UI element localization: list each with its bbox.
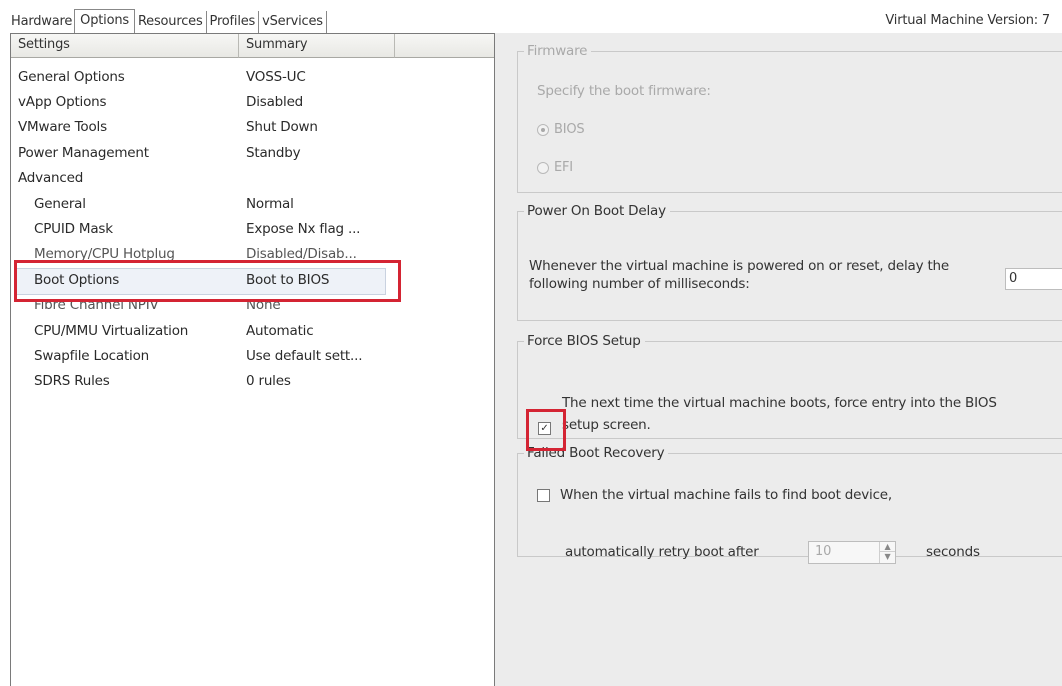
- tab-strip: Hardware Options Resources Profiles vSer…: [8, 9, 327, 33]
- row-name: General Options: [18, 68, 125, 85]
- force-bios-checkbox-red-outline: [526, 409, 566, 451]
- vm-version-value: 7: [1041, 13, 1050, 28]
- list-item-memory-cpu-hotplug[interactable]: Memory/CPU Hotplug Disabled/Disab...: [11, 242, 494, 267]
- row-name: SDRS Rules: [34, 373, 110, 390]
- tab-hardware[interactable]: Hardware: [8, 11, 74, 33]
- list-item-general[interactable]: General Normal: [11, 191, 494, 216]
- row-summary: None: [246, 297, 281, 314]
- list-header: Settings Summary: [11, 34, 494, 58]
- list-item-cpu-mmu-virtualization[interactable]: CPU/MMU Virtualization Automatic: [11, 318, 494, 343]
- retry-unit-label: seconds: [926, 544, 980, 560]
- row-name: Memory/CPU Hotplug: [34, 246, 175, 263]
- list-item-advanced[interactable]: Advanced: [11, 166, 494, 191]
- settings-list-pane: Settings Summary General Options VOSS-UC…: [10, 33, 495, 686]
- retry-delay-value: 10: [815, 544, 832, 559]
- firmware-group: Firmware Specify the boot firmware: BIOS…: [517, 43, 1062, 193]
- list-item-vapp-options[interactable]: vApp Options Disabled: [11, 89, 494, 114]
- row-name: VMware Tools: [18, 119, 107, 136]
- row-name: Boot Options: [34, 271, 120, 288]
- tab-vservices[interactable]: vServices: [259, 11, 327, 33]
- retry-boot-after-label: automatically retry boot after: [565, 544, 759, 560]
- row-summary: Standby: [246, 144, 301, 161]
- row-summary: Automatic: [246, 322, 314, 339]
- force-bios-text-line2: setup screen.: [562, 417, 651, 433]
- row-name: Swapfile Location: [34, 347, 150, 364]
- retry-delay-spinner[interactable]: 10 ▲ ▼: [808, 541, 896, 564]
- failed-boot-recovery-group: Failed Boot Recovery When the virtual ma…: [517, 445, 1062, 564]
- boot-delay-input[interactable]: 0: [1005, 268, 1062, 290]
- tab-bar: Hardware Options Resources Profiles vSer…: [0, 0, 1062, 34]
- retry-boot-checkbox-label: When the virtual machine fails to find b…: [560, 487, 892, 503]
- vm-version: Virtual Machine Version: 7: [881, 13, 1050, 28]
- row-summary: 0 rules: [246, 373, 291, 390]
- spinner-up-icon[interactable]: ▲: [880, 542, 895, 552]
- force-bios-legend: Force BIOS Setup: [527, 333, 641, 349]
- column-header-settings[interactable]: Settings: [11, 34, 239, 58]
- list-item-sdrs-rules[interactable]: SDRS Rules 0 rules: [11, 369, 494, 394]
- list-item-swapfile-location[interactable]: Swapfile Location Use default sett...: [11, 343, 494, 368]
- row-name: General: [34, 195, 86, 212]
- boot-delay-text-line2: following number of milliseconds:: [529, 276, 750, 292]
- firmware-radio-label: BIOS: [554, 122, 585, 137]
- row-summary: Use default sett...: [246, 347, 363, 364]
- tab-resources[interactable]: Resources: [135, 11, 207, 33]
- retry-boot-checkbox[interactable]: [537, 489, 550, 502]
- row-summary: Boot to BIOS: [246, 271, 330, 288]
- vm-version-label: Virtual Machine Version:: [885, 13, 1038, 28]
- row-summary: Disabled/Disab...: [246, 246, 357, 263]
- tab-options[interactable]: Options: [74, 9, 135, 33]
- list-item-general-options[interactable]: General Options VOSS-UC: [11, 64, 494, 89]
- row-summary: Normal: [246, 195, 294, 212]
- tab-profiles[interactable]: Profiles: [207, 11, 260, 33]
- row-name: Power Management: [18, 144, 149, 161]
- radio-selected-icon: [537, 123, 549, 136]
- spinner-down-icon[interactable]: ▼: [880, 552, 895, 562]
- force-bios-text-line1: The next time the virtual machine boots,…: [562, 395, 997, 411]
- column-header-summary[interactable]: Summary: [239, 34, 395, 58]
- firmware-radio-bios[interactable]: BIOS: [537, 122, 585, 137]
- row-summary: Expose Nx flag ...: [246, 221, 361, 238]
- force-bios-group: Force BIOS Setup ✓ The next time the vir…: [517, 333, 1062, 451]
- column-header-filler: [395, 34, 494, 58]
- list-item-cpuid-mask[interactable]: CPUID Mask Expose Nx flag ...: [11, 216, 494, 241]
- spinner-buttons: ▲ ▼: [879, 542, 895, 563]
- list-item-fibre-channel-npiv[interactable]: Fibre Channel NPIV None: [11, 293, 494, 318]
- row-name: Fibre Channel NPIV: [34, 297, 159, 314]
- boot-delay-legend: Power On Boot Delay: [527, 203, 666, 219]
- list-item-vmware-tools[interactable]: VMware Tools Shut Down: [11, 115, 494, 140]
- row-name: Advanced: [18, 170, 84, 187]
- settings-rows: General Options VOSS-UC vApp Options Dis…: [11, 64, 494, 394]
- row-name: vApp Options: [18, 94, 107, 111]
- row-name: CPU/MMU Virtualization: [34, 322, 189, 339]
- boot-delay-text-line1: Whenever the virtual machine is powered …: [529, 258, 950, 274]
- row-summary: VOSS-UC: [246, 68, 306, 85]
- row-name: CPUID Mask: [34, 221, 113, 238]
- list-item-power-management[interactable]: Power Management Standby: [11, 140, 494, 165]
- radio-unselected-icon: [537, 161, 549, 174]
- boot-options-pane: Firmware Specify the boot firmware: BIOS…: [495, 33, 1062, 686]
- firmware-legend: Firmware: [527, 43, 588, 59]
- boot-delay-group: Power On Boot Delay Whenever the virtual…: [517, 203, 1062, 321]
- firmware-prompt: Specify the boot firmware:: [537, 83, 711, 99]
- firmware-radio-label: EFI: [554, 160, 573, 175]
- row-summary: Shut Down: [246, 119, 318, 136]
- row-summary: Disabled: [246, 94, 304, 111]
- firmware-radio-efi[interactable]: EFI: [537, 160, 573, 175]
